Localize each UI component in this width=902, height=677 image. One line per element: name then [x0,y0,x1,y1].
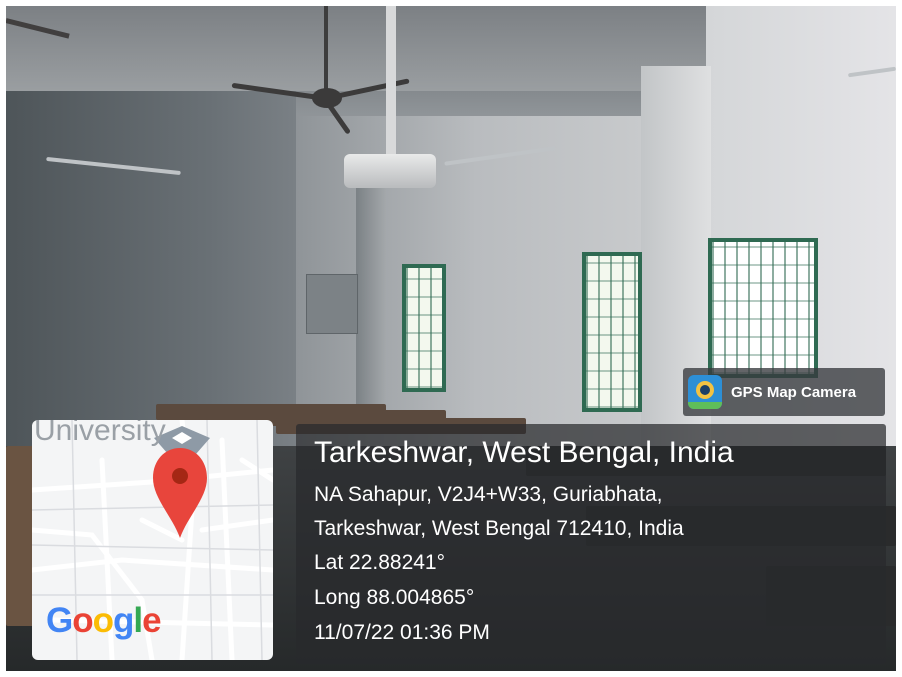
gps-camera-icon [688,375,722,409]
google-logo: Google [46,601,162,640]
column [356,171,386,411]
gps-app-name: GPS Map Camera [731,383,857,401]
address-line: Tarkeshwar, West Bengal 712410, India [314,517,684,540]
window-middle [582,252,642,412]
timestamp: 11/07/22 01:36 PM [314,621,490,644]
location-info-panel: Tarkeshwar, West Bengal, India NA Sahapu… [296,424,886,664]
gps-app-badge: GPS Map Camera [683,368,885,416]
notice-board [306,274,358,334]
map-pin-icon [153,448,207,538]
window-right [708,238,818,378]
projector-mount [386,6,396,156]
ceiling-fan-rod [324,6,328,91]
window-left [402,264,446,392]
mini-map: University Google [32,420,273,660]
latitude: Lat 22.88241° [314,551,446,574]
map-place-label: University [34,420,166,447]
location-title: Tarkeshwar, West Bengal, India [314,436,734,469]
ceiling-fan [312,88,342,108]
longitude: Long 88.004865° [314,586,475,609]
address-line: NA Sahapur, V2J4+W33, Guriabhata, [314,483,663,506]
projector [344,154,436,188]
